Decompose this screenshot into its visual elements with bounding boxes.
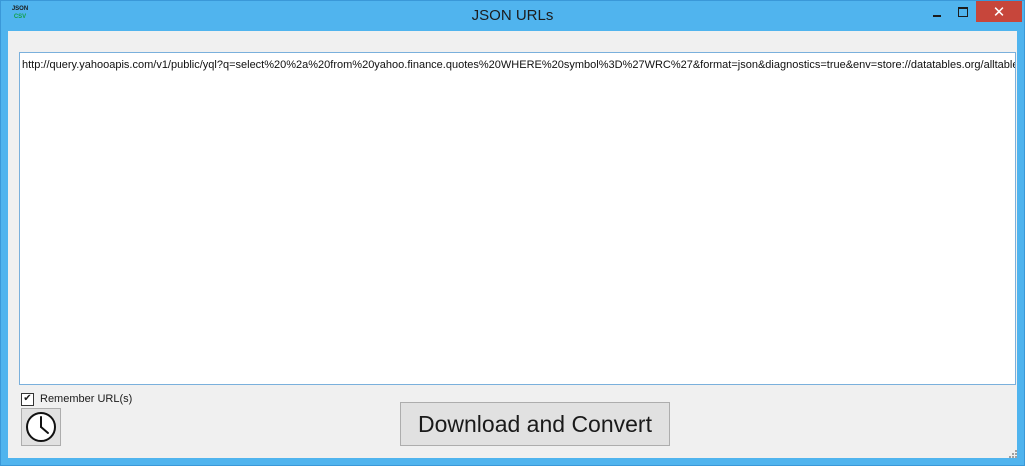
remember-urls-checkbox[interactable]: ✔: [21, 392, 34, 406]
url-textarea[interactable]: http://query.yahooapis.com/v1/public/yql…: [19, 52, 1016, 385]
client-area: http://query.yahooapis.com/v1/public/yql…: [8, 31, 1017, 458]
checkmark-icon: ✔: [23, 393, 32, 404]
remember-urls-label: Remember URL(s): [40, 393, 133, 405]
close-button[interactable]: ✕: [976, 1, 1022, 22]
minimize-button[interactable]: [924, 1, 950, 22]
title-bar[interactable]: JSON CSV JSON URLs ✕: [1, 1, 1024, 31]
maximize-icon: [958, 6, 968, 17]
remember-urls-option[interactable]: ✔ Remember URL(s): [21, 392, 132, 406]
clock-icon: [26, 412, 56, 442]
maximize-button[interactable]: [950, 1, 976, 22]
resize-grip-icon[interactable]: [1008, 449, 1017, 458]
window-title: JSON URLs: [471, 7, 554, 24]
minimize-icon: [933, 14, 941, 17]
url-line: http://query.yahooapis.com/v1/public/yql…: [22, 59, 1016, 71]
app-window: JSON CSV JSON URLs ✕ http://query.yahooa…: [0, 0, 1025, 466]
download-and-convert-button[interactable]: Download and Convert: [400, 402, 670, 446]
history-button[interactable]: [21, 408, 61, 446]
close-icon: ✕: [992, 3, 1006, 21]
